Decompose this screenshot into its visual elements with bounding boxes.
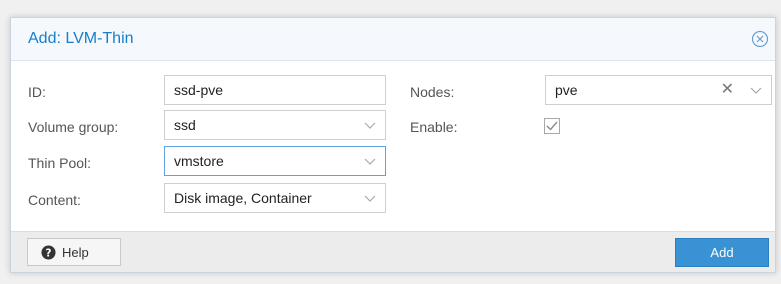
thin-pool-select[interactable]: vmstore xyxy=(164,146,386,176)
dialog-footer: ? Help Add xyxy=(11,231,775,272)
volume-group-value: ssd xyxy=(174,117,196,133)
chevron-down-icon[interactable] xyxy=(364,156,376,166)
chevron-down-icon[interactable] xyxy=(750,85,762,95)
nodes-select[interactable]: pve ✕ xyxy=(545,75,772,105)
dialog-header: Add: LVM-Thin xyxy=(11,18,775,61)
nodes-label: Nodes: xyxy=(410,84,455,100)
svg-text:?: ? xyxy=(46,247,52,259)
add-lvm-thin-dialog: Add: LVM-Thin ID: ssd-pve Volume group: … xyxy=(10,17,776,273)
help-button-label: Help xyxy=(62,245,89,260)
chevron-down-icon[interactable] xyxy=(364,193,376,203)
volume-group-label: Volume group: xyxy=(28,119,119,135)
id-input[interactable]: ssd-pve xyxy=(164,75,386,105)
content-select[interactable]: Disk image, Container xyxy=(164,183,386,213)
id-input-value: ssd-pve xyxy=(174,82,224,98)
nodes-value: pve xyxy=(555,82,578,98)
chevron-down-icon[interactable] xyxy=(364,120,376,130)
enable-checkbox-icon[interactable] xyxy=(544,118,560,134)
volume-group-select[interactable]: ssd xyxy=(164,110,386,140)
id-label: ID: xyxy=(28,84,46,100)
dialog-title: Add: LVM-Thin xyxy=(28,30,134,47)
add-button[interactable]: Add xyxy=(675,238,769,267)
thin-pool-value: vmstore xyxy=(174,153,224,169)
thin-pool-label: Thin Pool: xyxy=(28,155,92,171)
clear-x-icon[interactable]: ✕ xyxy=(721,82,734,98)
help-button[interactable]: ? Help xyxy=(27,238,121,266)
content-value: Disk image, Container xyxy=(174,190,312,206)
question-circle-icon: ? xyxy=(41,245,56,260)
enable-label: Enable: xyxy=(410,119,458,135)
content-label: Content: xyxy=(28,192,81,208)
close-icon[interactable] xyxy=(751,30,769,48)
